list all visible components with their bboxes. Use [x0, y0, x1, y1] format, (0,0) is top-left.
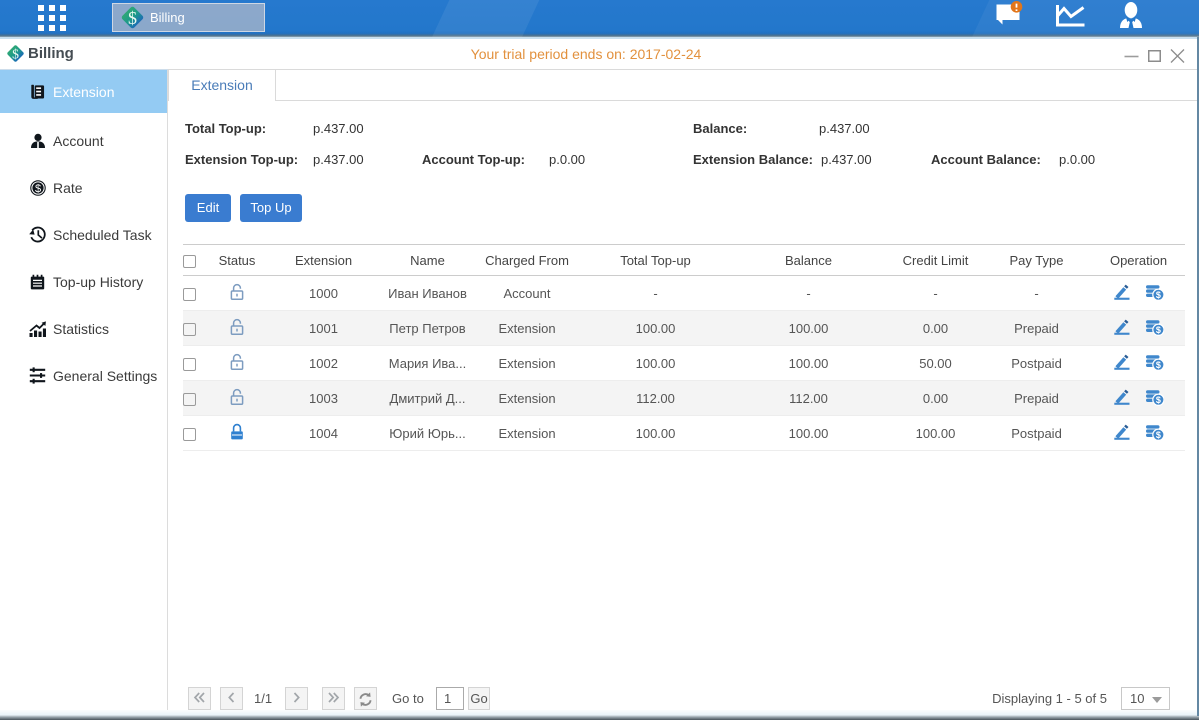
svg-text:$: $	[1156, 359, 1161, 369]
svg-text:$: $	[1156, 394, 1161, 404]
svg-text:$: $	[128, 8, 137, 28]
svg-text:$: $	[1156, 429, 1161, 439]
svg-text:$: $	[1156, 289, 1161, 299]
svg-text:$: $	[1156, 324, 1161, 334]
svg-text:$: $	[34, 182, 40, 194]
